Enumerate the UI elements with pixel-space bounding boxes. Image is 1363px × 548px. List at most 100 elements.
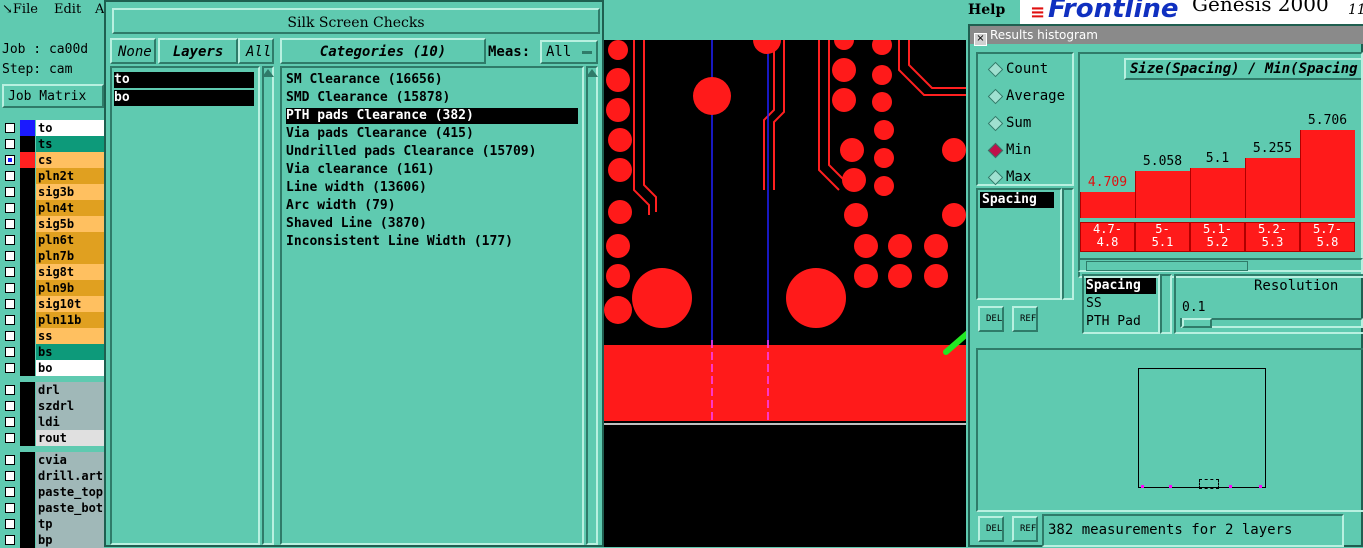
close-icon[interactable]: × — [974, 33, 987, 46]
category-item[interactable]: PTH pads Clearance (382) — [286, 108, 578, 124]
categories-button[interactable]: Categories (10) — [280, 38, 486, 64]
categories-scrollbar[interactable] — [586, 66, 598, 545]
layer-checkbox[interactable] — [5, 139, 15, 149]
layer-row-paste_bot[interactable]: paste_bot — [0, 500, 106, 516]
measure-listbox[interactable]: Spacing — [976, 188, 1062, 300]
layer-checkbox[interactable] — [5, 401, 15, 411]
category-item[interactable]: Line width (13606) — [286, 180, 578, 196]
layer-name[interactable]: sig3b — [36, 184, 104, 200]
layer-row-pln2t[interactable]: pln2t — [0, 168, 106, 184]
layer-name[interactable]: sig8t — [36, 264, 104, 280]
layer-row-drill.art[interactable]: drill.art — [0, 468, 106, 484]
layer-name[interactable]: pln11b — [36, 312, 104, 328]
layer-checkbox[interactable] — [5, 203, 15, 213]
layer-row-tp[interactable]: tp — [0, 516, 106, 532]
layer-color-swatch[interactable] — [20, 200, 35, 216]
category-item[interactable]: Via clearance (161) — [286, 162, 578, 178]
layer-checkbox[interactable] — [5, 455, 15, 465]
layer-name[interactable]: paste_top — [36, 484, 104, 500]
layer-row-drl[interactable]: drl — [0, 382, 106, 398]
layer-name[interactable]: paste_bot — [36, 500, 104, 516]
layer-color-swatch[interactable] — [20, 264, 35, 280]
layer-color-swatch[interactable] — [20, 430, 35, 446]
layer-row-bs[interactable]: bs — [0, 344, 106, 360]
stat-radio-min[interactable]: Min — [987, 139, 1031, 161]
layer-row-sig8t[interactable]: sig8t — [0, 264, 106, 280]
layer-color-swatch[interactable] — [20, 344, 35, 360]
layer-color-swatch[interactable] — [20, 248, 35, 264]
layer-name[interactable]: drill.art — [36, 468, 104, 484]
layer-name[interactable]: ts — [36, 136, 104, 152]
layer-color-swatch[interactable] — [20, 120, 35, 136]
layer-row-pln9b[interactable]: pln9b — [0, 280, 106, 296]
layer-row-ldi[interactable]: ldi — [0, 414, 106, 430]
ref-button[interactable]: REF — [1012, 516, 1038, 542]
layer-checkbox[interactable] — [5, 519, 15, 529]
layer-name[interactable]: tp — [36, 516, 104, 532]
layer-name[interactable]: pln2t — [36, 168, 104, 184]
histogram-bar[interactable] — [1190, 168, 1245, 218]
pcb-graphic-canvas[interactable] — [604, 40, 966, 547]
field-listbox[interactable]: Spacing SS PTH Pad — [1082, 274, 1160, 334]
layer-row-szdrl[interactable]: szdrl — [0, 398, 106, 414]
histogram-bar[interactable] — [1135, 170, 1190, 218]
categories-listbox[interactable]: SM Clearance (16656) SMD Clearance (15878… — [280, 66, 584, 545]
layer-color-swatch[interactable] — [20, 232, 35, 248]
layer-row-ss[interactable]: ss — [0, 328, 106, 344]
del-button[interactable]: DEL — [978, 516, 1004, 542]
category-item[interactable]: Arc width (79) — [286, 198, 578, 214]
job-matrix-button[interactable]: Job Matrix — [2, 84, 104, 108]
layer-name[interactable]: ldi — [36, 414, 104, 430]
layer-checkbox[interactable] — [5, 171, 15, 181]
layer-checkbox[interactable] — [5, 123, 15, 133]
scroll-up-icon[interactable] — [586, 69, 598, 77]
layer-row-sig3b[interactable]: sig3b — [0, 184, 106, 200]
layer-row-ts[interactable]: ts — [0, 136, 106, 152]
histogram-bar[interactable] — [1300, 130, 1355, 218]
layer-checkbox[interactable] — [5, 219, 15, 229]
chart-hscroll-thumb[interactable] — [1086, 261, 1248, 271]
layers-button[interactable]: Layers — [158, 38, 238, 64]
category-item[interactable]: SM Clearance (16656) — [286, 72, 578, 88]
ref-button-top[interactable]: REF — [1012, 306, 1038, 332]
layer-row-pln4t[interactable]: pln4t — [0, 200, 106, 216]
scroll-up-icon[interactable] — [262, 69, 274, 77]
menu-a[interactable]: A — [95, 2, 104, 17]
layer-name[interactable]: bp — [36, 532, 104, 548]
layer-color-swatch[interactable] — [20, 452, 35, 468]
layer-checkbox[interactable] — [5, 363, 15, 373]
layer-color-swatch[interactable] — [20, 152, 35, 168]
layer-name[interactable]: pln6t — [36, 232, 104, 248]
silk-layer-item[interactable]: bo — [114, 90, 254, 106]
layer-color-swatch[interactable] — [20, 484, 35, 500]
layer-checkbox[interactable] — [5, 417, 15, 427]
menu-edit[interactable]: Edit — [54, 2, 81, 17]
layer-checkbox[interactable] — [5, 433, 15, 443]
layer-color-swatch[interactable] — [20, 532, 35, 548]
meas-select[interactable]: All — [540, 40, 598, 64]
layer-color-swatch[interactable] — [20, 168, 35, 184]
layer-color-swatch[interactable] — [20, 468, 35, 484]
field-scrollbar[interactable] — [1160, 274, 1172, 334]
layer-color-swatch[interactable] — [20, 360, 35, 376]
layer-name[interactable]: pln4t — [36, 200, 104, 216]
layer-checkbox[interactable] — [5, 251, 15, 261]
layer-color-swatch[interactable] — [20, 382, 35, 398]
layer-name[interactable]: rout — [36, 430, 104, 446]
all-button[interactable]: All — [238, 38, 274, 64]
layer-name[interactable]: sig5b — [36, 216, 104, 232]
layer-row-paste_top[interactable]: paste_top — [0, 484, 106, 500]
layer-color-swatch[interactable] — [20, 216, 35, 232]
chart-hscrollbar[interactable] — [1078, 258, 1363, 272]
layer-checkbox[interactable] — [5, 155, 15, 165]
stat-radio-max[interactable]: Max — [987, 166, 1031, 188]
measure-item-selected[interactable]: Spacing — [980, 192, 1054, 208]
layer-color-swatch[interactable] — [20, 500, 35, 516]
layer-color-swatch[interactable] — [20, 312, 35, 328]
layer-color-swatch[interactable] — [20, 398, 35, 414]
layer-row-pln11b[interactable]: pln11b — [0, 312, 106, 328]
layer-row-rout[interactable]: rout — [0, 430, 106, 446]
layer-row-sig10t[interactable]: sig10t — [0, 296, 106, 312]
stat-radio-count[interactable]: Count — [987, 58, 1048, 80]
layer-checkbox[interactable] — [5, 471, 15, 481]
